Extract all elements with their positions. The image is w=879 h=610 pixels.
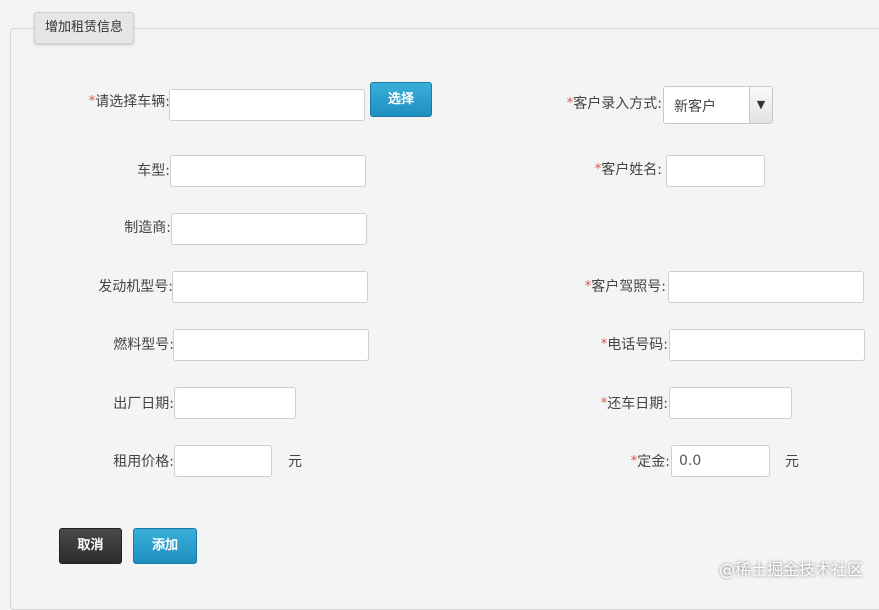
factory-date-label: 出厂日期:: [113, 396, 174, 412]
entry-mode-select[interactable]: 新客户 ▼: [663, 86, 773, 124]
deposit-label: *定金:: [630, 454, 670, 470]
entry-mode-value: 新客户: [674, 99, 716, 115]
car-type-input[interactable]: [170, 155, 366, 187]
return-date-label: *还车日期:: [600, 396, 668, 412]
deposit-unit: 元: [785, 454, 799, 470]
engine-model-input[interactable]: [172, 271, 368, 303]
rent-price-label: 租用价格:: [113, 454, 174, 470]
chevron-down-icon[interactable]: ▼: [749, 87, 772, 123]
manufacturer-input[interactable]: [171, 213, 367, 245]
license-label: *客户驾照号:: [584, 279, 666, 295]
watermark: @稀土掘金技术社区: [718, 560, 863, 579]
cancel-button[interactable]: 取消: [59, 528, 122, 564]
car-type-label: 车型:: [137, 163, 170, 179]
deposit-input[interactable]: [671, 445, 770, 477]
engine-model-label: 发动机型号:: [98, 279, 173, 295]
fuel-model-input[interactable]: [173, 329, 369, 361]
form-legend: 增加租赁信息: [34, 12, 135, 44]
rent-price-unit: 元: [288, 454, 302, 470]
vehicle-label: *请选择车辆:: [88, 94, 170, 110]
phone-label: *电话号码:: [600, 337, 668, 353]
vehicle-input[interactable]: [169, 89, 365, 121]
factory-date-input[interactable]: [174, 387, 296, 419]
manufacturer-label: 制造商:: [124, 220, 171, 236]
phone-input[interactable]: [669, 329, 865, 361]
select-vehicle-button[interactable]: 选择: [370, 82, 432, 117]
return-date-input[interactable]: [669, 387, 792, 419]
rent-price-input[interactable]: [174, 445, 272, 477]
customer-name-label: *客户姓名:: [594, 162, 662, 178]
add-button[interactable]: 添加: [133, 528, 197, 564]
entry-mode-label: *客户录入方式:: [566, 96, 662, 112]
license-input[interactable]: [668, 271, 864, 303]
customer-name-input[interactable]: [666, 155, 765, 187]
fuel-model-label: 燃料型号:: [113, 337, 174, 353]
